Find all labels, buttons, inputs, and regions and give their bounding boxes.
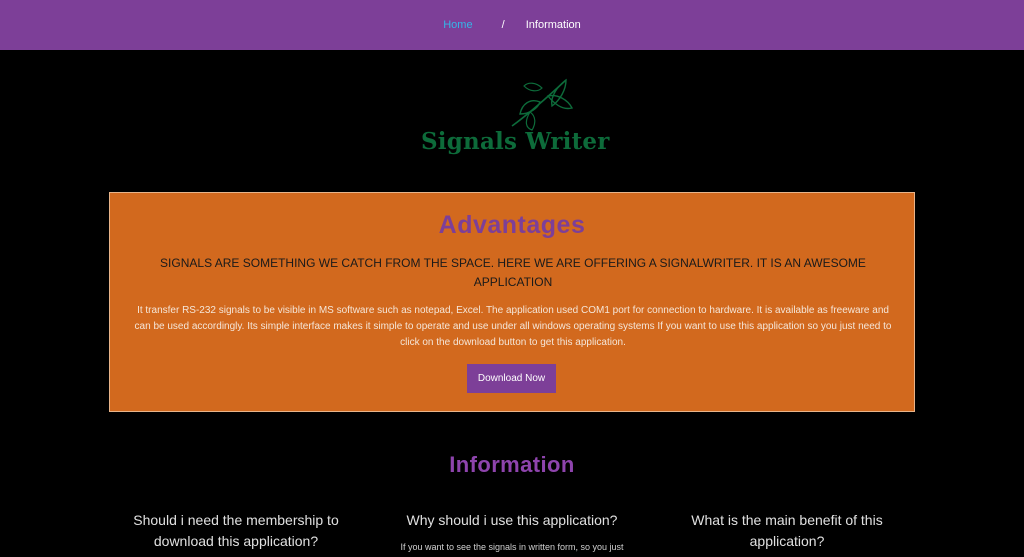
advantages-title: Advantages	[438, 211, 586, 239]
breadcrumb-separator: /	[501, 19, 505, 31]
advantages-description: It transfer RS-232 signals to be visible…	[134, 305, 892, 348]
top-navbar: Home / Information	[0, 0, 1024, 50]
download-now-button[interactable]: Download Now	[467, 364, 556, 393]
advantages-section: Advantages SIGNALS ARE SOMETHING WE CATC…	[109, 192, 915, 412]
information-title: Information	[449, 452, 575, 477]
site-logo[interactable]: Signals Writer	[418, 76, 610, 160]
faq-answer-why-use: If you want to see the signals in writte…	[400, 542, 624, 552]
logo-text: Signals Writer	[421, 128, 610, 155]
breadcrumb-home-link[interactable]: Home	[443, 19, 472, 31]
faq-question-why-use: Why should i use this application?	[406, 512, 618, 528]
faq-question-main-benefit: What is the main benefit of this applica…	[691, 512, 883, 549]
breadcrumb-current: Information	[525, 19, 581, 31]
breadcrumb: Home / Information	[443, 19, 581, 31]
advantages-subtitle: SIGNALS ARE SOMETHING WE CATCH FROM THE …	[160, 256, 866, 289]
faq-question-membership: Should i need the membership to download…	[133, 512, 339, 549]
leaf-icon	[511, 78, 574, 131]
